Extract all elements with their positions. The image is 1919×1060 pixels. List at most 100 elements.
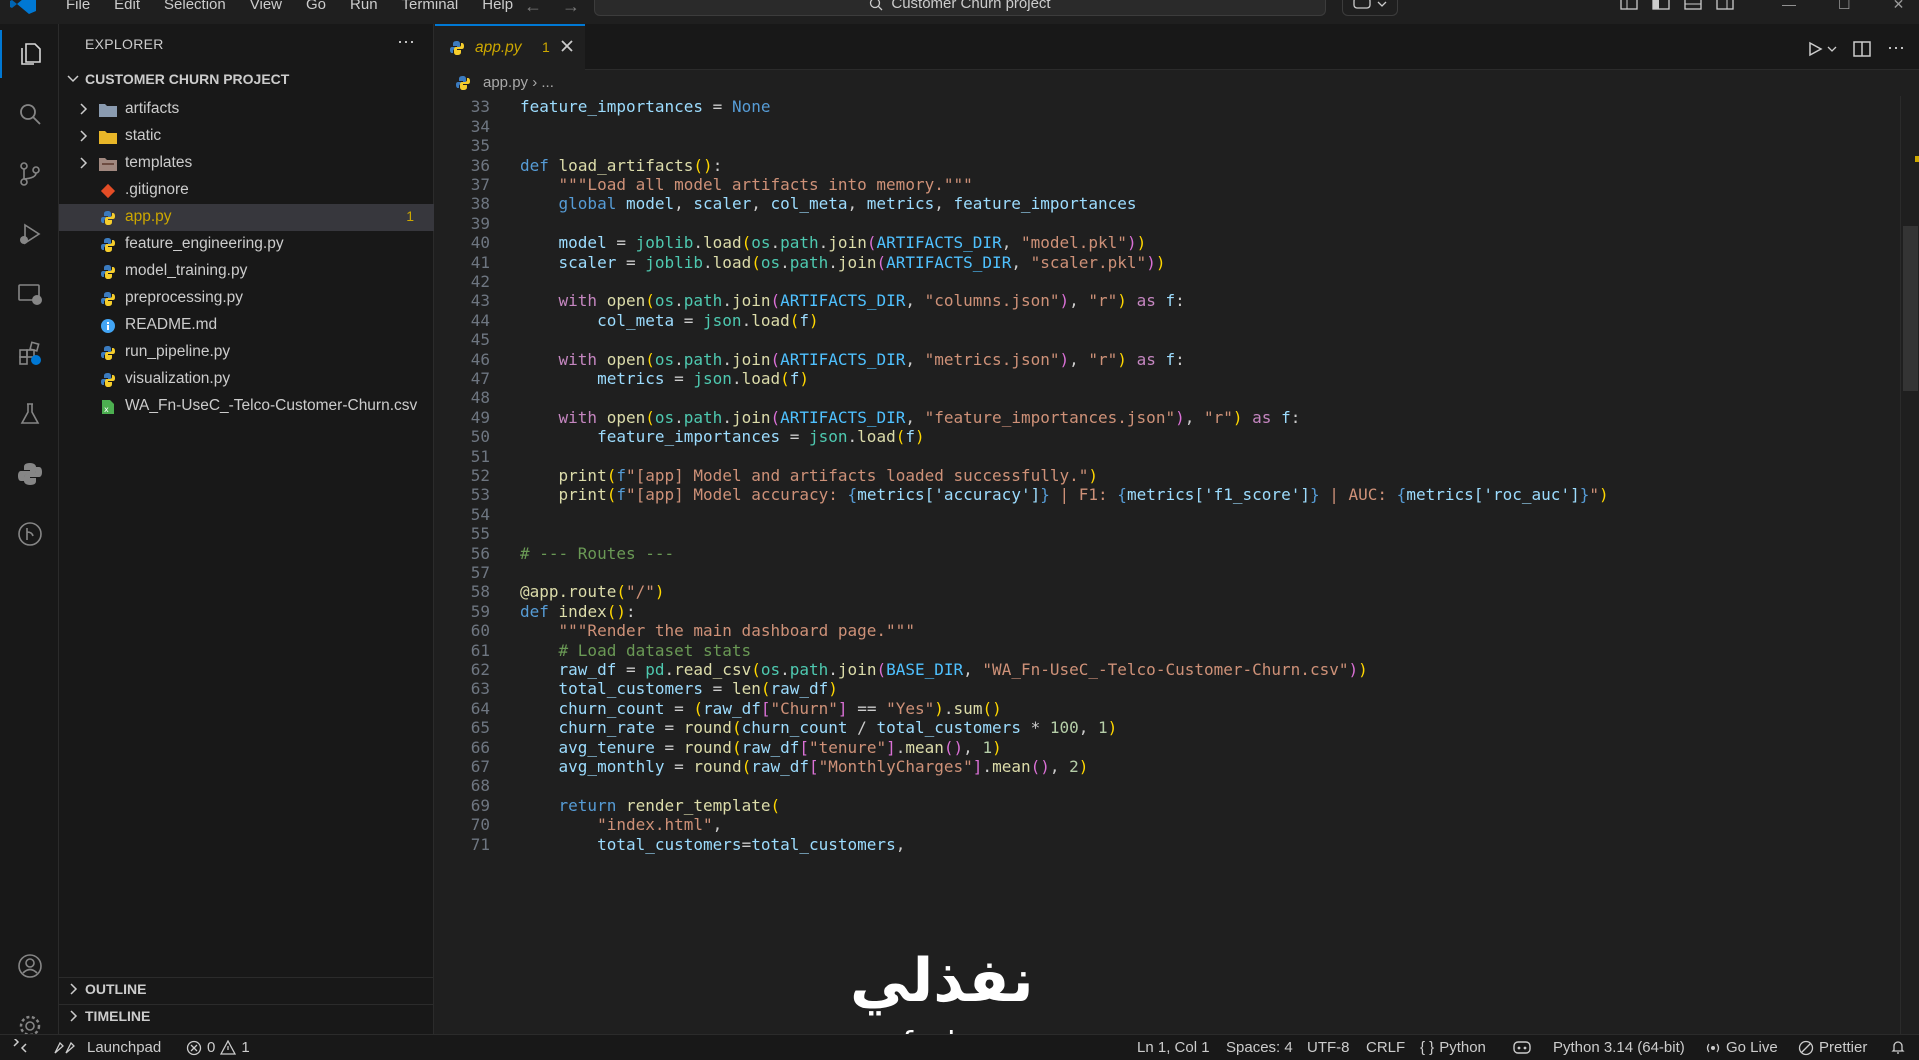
code-line[interactable]: feature_importances = None xyxy=(520,97,770,116)
code-line[interactable]: print(f"[app] Model and artifacts loaded… xyxy=(520,466,1098,485)
tree-file-visualization[interactable]: visualization.py xyxy=(59,366,434,393)
chevron-down-icon[interactable] xyxy=(1827,45,1837,53)
code-line[interactable]: def load_artifacts(): xyxy=(520,156,722,175)
code-line[interactable]: scaler = joblib.load(os.path.join(ARTIFA… xyxy=(520,253,1166,272)
go-live-button[interactable]: Go Live xyxy=(1705,1039,1778,1056)
code-line[interactable]: total_customers = len(raw_df) xyxy=(520,679,838,698)
menu-view[interactable]: View xyxy=(238,0,294,14)
more-actions-icon[interactable]: ⋯ xyxy=(397,32,415,53)
code-line[interactable]: """Render the main dashboard page.""" xyxy=(520,621,915,640)
encoding[interactable]: UTF-8 xyxy=(1307,1039,1350,1056)
outline-section[interactable]: OUTLINE xyxy=(59,977,434,999)
code-line[interactable]: # --- Routes --- xyxy=(520,544,674,563)
tree-file-preprocessing[interactable]: preprocessing.py xyxy=(59,285,434,312)
menu-selection[interactable]: Selection xyxy=(152,0,238,14)
code-line[interactable]: avg_monthly = round(raw_df["MonthlyCharg… xyxy=(520,757,1089,776)
cursor-position[interactable]: Ln 1, Col 1 xyxy=(1137,1039,1210,1056)
copilot-status[interactable] xyxy=(1513,1039,1531,1055)
maximize-icon[interactable]: ☐ xyxy=(1838,0,1851,13)
notifications-button[interactable] xyxy=(1890,1039,1906,1055)
code-line[interactable]: model = joblib.load(os.path.join(ARTIFAC… xyxy=(520,233,1147,252)
python-activity[interactable] xyxy=(0,450,59,498)
tree-file-readme[interactable]: README.md xyxy=(59,312,434,339)
code-line[interactable]: feature_importances = json.load(f) xyxy=(520,427,925,446)
editor-scrollbar[interactable] xyxy=(1900,96,1919,1034)
launchpad-item[interactable]: Launchpad xyxy=(52,1039,161,1056)
tree-folder-artifacts[interactable]: artifacts xyxy=(59,96,434,123)
code-line[interactable]: metrics = json.load(f) xyxy=(520,369,809,388)
prettier-label: Prettier xyxy=(1819,1039,1868,1056)
layout-customize-icon[interactable] xyxy=(1620,0,1638,10)
code-line[interactable]: avg_tenure = round(raw_df["tenure"].mean… xyxy=(520,738,1002,757)
code-line[interactable]: with open(os.path.join(ARTIFACTS_DIR, "c… xyxy=(520,291,1185,310)
tree-file-gitignore[interactable]: .gitignore xyxy=(59,177,434,204)
breadcrumb-file[interactable]: app.py xyxy=(483,74,528,91)
timeline-section[interactable]: TIMELINE xyxy=(59,1004,434,1026)
back-arrow-icon[interactable]: ← xyxy=(524,0,542,17)
more-actions-icon[interactable]: ⋯ xyxy=(1887,38,1905,59)
code-line[interactable]: churn_rate = round(churn_count / total_c… xyxy=(520,718,1118,737)
minimize-icon[interactable]: — xyxy=(1782,0,1796,13)
code-line[interactable]: """Load all model artifacts into memory.… xyxy=(520,175,973,194)
explorer-activity[interactable] xyxy=(0,30,59,78)
menu-help[interactable]: Help xyxy=(470,0,525,14)
tree-file-app-py[interactable]: app.py 1 xyxy=(59,204,434,231)
vscode-logo-icon[interactable] xyxy=(10,0,36,14)
code-editor[interactable]: 32metrics = None33feature_importances = … xyxy=(435,96,1900,1034)
command-center-search[interactable]: Customer Churn project xyxy=(594,0,1326,16)
run-icon[interactable] xyxy=(1807,41,1823,57)
testing-activity[interactable] xyxy=(0,390,59,438)
menu-go[interactable]: Go xyxy=(294,0,338,14)
tree-file-run-pipeline[interactable]: run_pipeline.py xyxy=(59,339,434,366)
code-line[interactable]: # Load dataset stats xyxy=(520,641,752,660)
git-graph-activity[interactable] xyxy=(0,510,59,558)
code-line[interactable]: "index.html", xyxy=(520,815,722,834)
code-line[interactable]: print(f"[app] Model accuracy: {metrics['… xyxy=(520,485,1609,504)
scrollbar-thumb[interactable] xyxy=(1903,226,1918,391)
code-line[interactable]: def index(): xyxy=(520,602,636,621)
project-folder-header[interactable]: CUSTOMER CHURN PROJECT xyxy=(59,68,434,90)
search-activity[interactable] xyxy=(0,90,59,138)
code-line[interactable]: @app.route("/") xyxy=(520,582,665,601)
remote-explorer-activity[interactable] xyxy=(0,270,59,318)
close-icon[interactable] xyxy=(559,38,575,54)
code-line[interactable]: raw_df = pd.read_csv(os.path.join(BASE_D… xyxy=(520,660,1368,679)
code-line[interactable]: global model, scaler, col_meta, metrics,… xyxy=(520,194,1137,213)
menu-terminal[interactable]: Terminal xyxy=(390,0,471,14)
code-line[interactable]: with open(os.path.join(ARTIFACTS_DIR, "m… xyxy=(520,350,1185,369)
tree-folder-templates[interactable]: templates xyxy=(59,150,434,177)
menu-edit[interactable]: Edit xyxy=(102,0,152,14)
code-line[interactable]: with open(os.path.join(ARTIFACTS_DIR, "f… xyxy=(520,408,1301,427)
remote-indicator[interactable] xyxy=(12,1039,28,1053)
indentation[interactable]: Spaces: 4 xyxy=(1226,1039,1293,1056)
code-line[interactable]: churn_count = (raw_df["Churn"] == "Yes")… xyxy=(520,699,1002,718)
breadcrumb-rest[interactable]: ... xyxy=(541,74,554,91)
code-line[interactable]: return render_template( xyxy=(520,796,781,815)
python-interpreter[interactable]: Python 3.14 (64-bit) xyxy=(1553,1039,1685,1056)
tree-folder-static[interactable]: static xyxy=(59,123,434,150)
copilot-button[interactable] xyxy=(1342,0,1398,16)
language-mode[interactable]: { } Python xyxy=(1420,1039,1486,1056)
toggle-panel-icon[interactable] xyxy=(1684,0,1702,10)
tree-file-feature-engineering[interactable]: feature_engineering.py xyxy=(59,231,434,258)
toggle-primary-sidebar-icon[interactable] xyxy=(1652,0,1670,10)
menu-run[interactable]: Run xyxy=(338,0,390,14)
code-line[interactable]: col_meta = json.load(f) xyxy=(520,311,819,330)
accounts-activity[interactable] xyxy=(0,942,59,990)
forward-arrow-icon[interactable]: → xyxy=(562,0,580,17)
extensions-activity[interactable] xyxy=(0,330,59,378)
run-debug-activity[interactable] xyxy=(0,210,59,258)
menu-file[interactable]: File xyxy=(54,0,102,14)
code-line[interactable]: total_customers=total_customers, xyxy=(520,835,905,854)
tab-app-py[interactable]: app.py 1 xyxy=(435,24,585,70)
prettier-status[interactable]: Prettier xyxy=(1798,1039,1867,1056)
source-control-activity[interactable] xyxy=(0,150,59,198)
line-ending[interactable]: CRLF xyxy=(1366,1039,1405,1056)
problems-indicator[interactable]: 0 1 xyxy=(186,1039,250,1056)
toggle-secondary-sidebar-icon[interactable] xyxy=(1716,0,1734,10)
tree-file-csv[interactable]: x WA_Fn-UseC_-Telco-Customer-Churn.csv xyxy=(59,393,434,420)
tree-file-model-training[interactable]: model_training.py xyxy=(59,258,434,285)
breadcrumb-path[interactable]: app.py › ... xyxy=(483,74,554,91)
close-window-icon[interactable]: ✕ xyxy=(1893,0,1905,13)
split-editor-icon[interactable] xyxy=(1853,40,1871,57)
